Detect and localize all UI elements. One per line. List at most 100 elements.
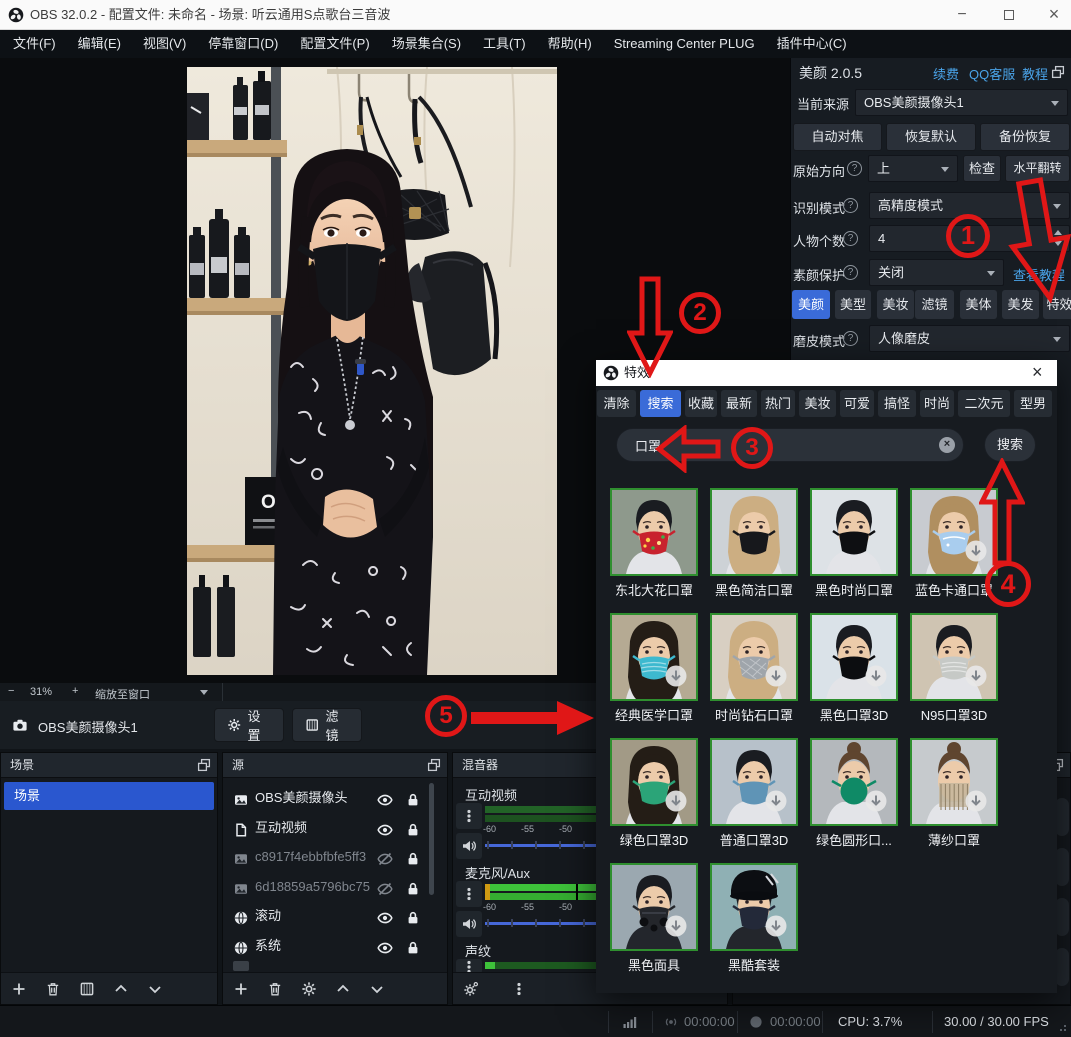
menu-item-0[interactable]: 文件(F) [2, 30, 67, 58]
source-row[interactable]: 系统 [223, 932, 449, 960]
source-properties-icon[interactable] [301, 981, 317, 997]
eye-icon[interactable] [377, 938, 393, 966]
zoom-in-button[interactable]: + [72, 685, 78, 697]
lock-icon[interactable] [405, 938, 421, 966]
tutorial-link[interactable]: 教程 [1022, 64, 1048, 83]
orientation-select[interactable]: 上 [868, 155, 958, 182]
effect-thumbnail[interactable] [910, 613, 998, 701]
source-row[interactable]: 6d18859a5796bc75 [223, 873, 449, 901]
add-source-icon[interactable] [233, 981, 249, 997]
add-scene-icon[interactable] [11, 981, 27, 997]
beauty-tab-3[interactable]: 滤镜 [915, 290, 954, 319]
meter-active-segment [485, 962, 495, 969]
camera-filters-button[interactable]: 滤镜 [292, 708, 362, 742]
mute-button[interactable] [456, 833, 482, 859]
effect-thumbnail[interactable] [810, 738, 898, 826]
move-down-icon[interactable] [369, 981, 385, 997]
channel-menu-button[interactable] [456, 803, 482, 829]
effect-thumbnail[interactable] [610, 863, 698, 951]
effect-thumbnail[interactable] [910, 738, 998, 826]
beauty-tab-0[interactable]: 美颜 [792, 290, 830, 319]
advanced-audio-icon[interactable] [463, 981, 479, 997]
source-row[interactable]: 互动视频 [223, 814, 449, 842]
remove-scene-icon[interactable] [45, 981, 61, 997]
move-up-icon[interactable] [335, 981, 351, 997]
menu-item-6[interactable]: 工具(T) [472, 30, 537, 58]
renew-link[interactable]: 续费 [933, 64, 959, 83]
dialog-close-icon[interactable]: × [1032, 360, 1043, 385]
move-up-icon[interactable] [113, 981, 129, 997]
effects-tab-3[interactable]: 最新 [721, 390, 757, 417]
dock-button[interactable] [1055, 798, 1069, 836]
menu-item-3[interactable]: 停靠窗口(D) [197, 30, 289, 58]
effect-thumbnail[interactable] [810, 613, 898, 701]
effects-tab-7[interactable]: 搞怪 [878, 390, 916, 417]
chevron-down-icon [200, 690, 208, 695]
dock-button[interactable] [1055, 898, 1069, 936]
close-button[interactable]: × [1033, 0, 1071, 30]
effects-tab-10[interactable]: 型男 [1014, 390, 1052, 417]
effect-thumbnail[interactable] [710, 738, 798, 826]
effect-thumbnail[interactable] [710, 613, 798, 701]
channel-menu-button[interactable] [456, 881, 482, 907]
effect-thumbnail[interactable] [610, 738, 698, 826]
menu-item-9[interactable]: 插件中心(C) [766, 30, 858, 58]
dock-button[interactable] [1055, 848, 1069, 886]
menu-item-8[interactable]: Streaming Center PLUG [603, 30, 766, 58]
beauty-tab-1[interactable]: 美型 [835, 290, 871, 319]
restore-default-button[interactable]: 恢复默认 [886, 123, 976, 151]
effect-thumbnail[interactable] [610, 488, 698, 576]
beauty-tab-2[interactable]: 美妆 [877, 290, 914, 319]
source-label: 系统 [255, 932, 281, 960]
effect-thumbnail[interactable] [810, 488, 898, 576]
effects-tab-8[interactable]: 时尚 [920, 390, 954, 417]
menu-item-4[interactable]: 配置文件(P) [289, 30, 380, 58]
clear-search-icon[interactable]: × [939, 437, 955, 453]
check-button[interactable]: 检查 [963, 155, 1001, 182]
source-row[interactable]: 滚动 [223, 902, 449, 930]
scene-list-item[interactable]: 场景 [4, 782, 214, 810]
effects-tab-4[interactable]: 热门 [761, 390, 795, 417]
effect-thumbnail[interactable] [710, 863, 798, 951]
fit-to-window-select[interactable]: 缩放至窗口 [95, 686, 150, 702]
menu-item-2[interactable]: 视图(V) [132, 30, 197, 58]
mute-button[interactable] [456, 911, 482, 937]
remove-source-icon[interactable] [267, 981, 283, 997]
menu-item-1[interactable]: 编辑(E) [67, 30, 132, 58]
zoom-out-button[interactable]: − [8, 685, 14, 697]
dock-button[interactable] [1055, 948, 1069, 986]
autofocus-button[interactable]: 自动对焦 [793, 123, 882, 151]
source-label: 互动视频 [255, 814, 307, 842]
effects-tab-6[interactable]: 可爱 [840, 390, 874, 417]
menu-item-7[interactable]: 帮助(H) [537, 30, 603, 58]
camera-settings-button[interactable]: 设置 [214, 708, 284, 742]
source-label: OBS美颜摄像头 [255, 784, 347, 812]
qq-support-link[interactable]: QQ客服 [969, 64, 1015, 83]
current-source-select[interactable]: OBS美颜摄像头1 [855, 89, 1068, 116]
effects-tab-0[interactable]: 清除 [597, 390, 636, 417]
effects-tab-2[interactable]: 收藏 [685, 390, 717, 417]
skin-smooth-mode-select[interactable]: 人像磨皮 [869, 325, 1070, 352]
backup-restore-button[interactable]: 备份恢复 [980, 123, 1070, 151]
orientation-label: 原始方向 [793, 161, 845, 180]
mixer-menu-icon[interactable] [511, 981, 527, 997]
menu-item-5[interactable]: 场景集合(S) [381, 30, 472, 58]
scrollbar[interactable] [429, 783, 434, 895]
bare-face-protect-select[interactable]: 关闭 [869, 259, 1004, 286]
beauty-tab-4[interactable]: 美体 [960, 290, 997, 319]
effects-tab-1[interactable]: 搜索 [640, 390, 681, 417]
search-button[interactable]: 搜索 [984, 428, 1036, 462]
effect-thumbnail[interactable] [710, 488, 798, 576]
popout-icon[interactable] [1050, 64, 1066, 83]
source-row[interactable]: c8917f4ebbfbfe5ff3 [223, 843, 449, 871]
source-row[interactable]: OBS美颜摄像头 [223, 784, 449, 812]
scene-filters-icon[interactable] [79, 981, 95, 997]
move-down-icon[interactable] [147, 981, 163, 997]
effects-tab-9[interactable]: 二次元 [958, 390, 1010, 417]
popout-icon[interactable] [196, 757, 212, 782]
source-label: c8917f4ebbfbfe5ff3 [255, 843, 366, 871]
effect-thumbnail[interactable] [610, 613, 698, 701]
effects-tab-5[interactable]: 美妆 [799, 390, 836, 417]
maximize-button[interactable] [988, 0, 1030, 30]
minimize-button[interactable]: − [941, 0, 983, 30]
